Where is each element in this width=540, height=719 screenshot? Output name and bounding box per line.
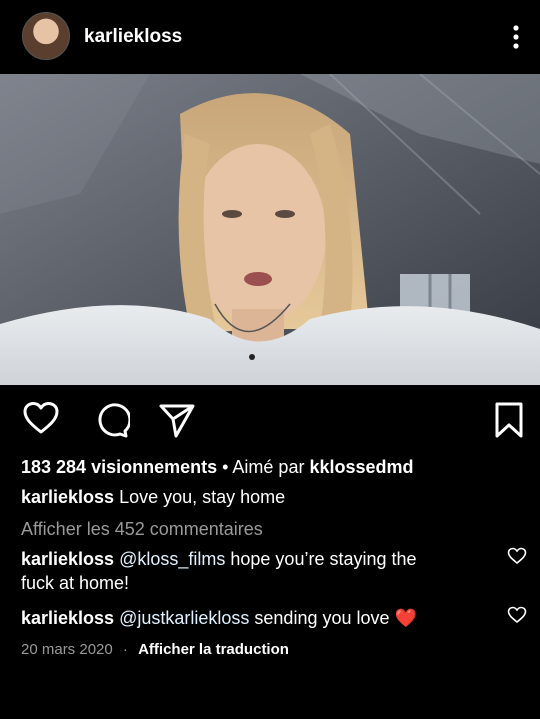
caption-username[interactable]: karliekloss (21, 487, 114, 507)
likes-line: 183 284 visionnements • Aimé par kklosse… (21, 455, 414, 479)
post-username[interactable]: karliekloss (84, 26, 182, 48)
post-date: 20 mars 2020 (21, 641, 113, 658)
comment-like-heart-icon[interactable] (507, 547, 527, 570)
avatar[interactable] (22, 12, 70, 60)
comment-item: karliekloss @justkarliekloss sending you… (21, 606, 481, 630)
date-line: 20 mars 2020 · Afficher la traduction (21, 641, 289, 658)
heart-emoji: ❤️ (394, 608, 417, 628)
post-header: karliekloss (0, 0, 540, 72)
views-count[interactable]: 183 284 visionnements (21, 457, 217, 477)
video-frame-illustration (0, 74, 540, 385)
comment-like-heart-icon[interactable] (507, 606, 527, 629)
comment-username[interactable]: karliekloss (21, 608, 114, 628)
action-bar (0, 395, 540, 445)
comment-icon[interactable] (92, 401, 132, 444)
comment-mention[interactable]: @justkarliekloss (119, 608, 249, 628)
comment-username[interactable]: karliekloss (21, 549, 114, 569)
liked-by-prefix: • Aimé par (217, 457, 310, 477)
caption: karliekloss Love you, stay home (21, 485, 285, 509)
caption-text: Love you, stay home (114, 487, 286, 507)
send-icon[interactable] (158, 401, 196, 444)
comment-text: sending you love (249, 608, 395, 628)
comment-text-continued: fuck at home! (21, 573, 130, 593)
bookmark-icon[interactable] (492, 401, 526, 444)
heart-icon[interactable] (22, 401, 60, 440)
date-separator: · (122, 641, 128, 658)
post-video[interactable] (0, 74, 540, 385)
view-comments-link[interactable]: Afficher les 452 commentaires (21, 517, 263, 541)
comment-item: karliekloss @kloss_films hope you’re sta… (21, 547, 481, 595)
liked-by-user[interactable]: kklossedmd (309, 457, 413, 477)
translate-link[interactable]: Afficher la traduction (138, 641, 289, 658)
more-vertical-icon[interactable] (504, 22, 528, 52)
comment-mention[interactable]: @kloss_films (119, 549, 225, 569)
comment-text: hope you’re staying the (225, 549, 417, 569)
